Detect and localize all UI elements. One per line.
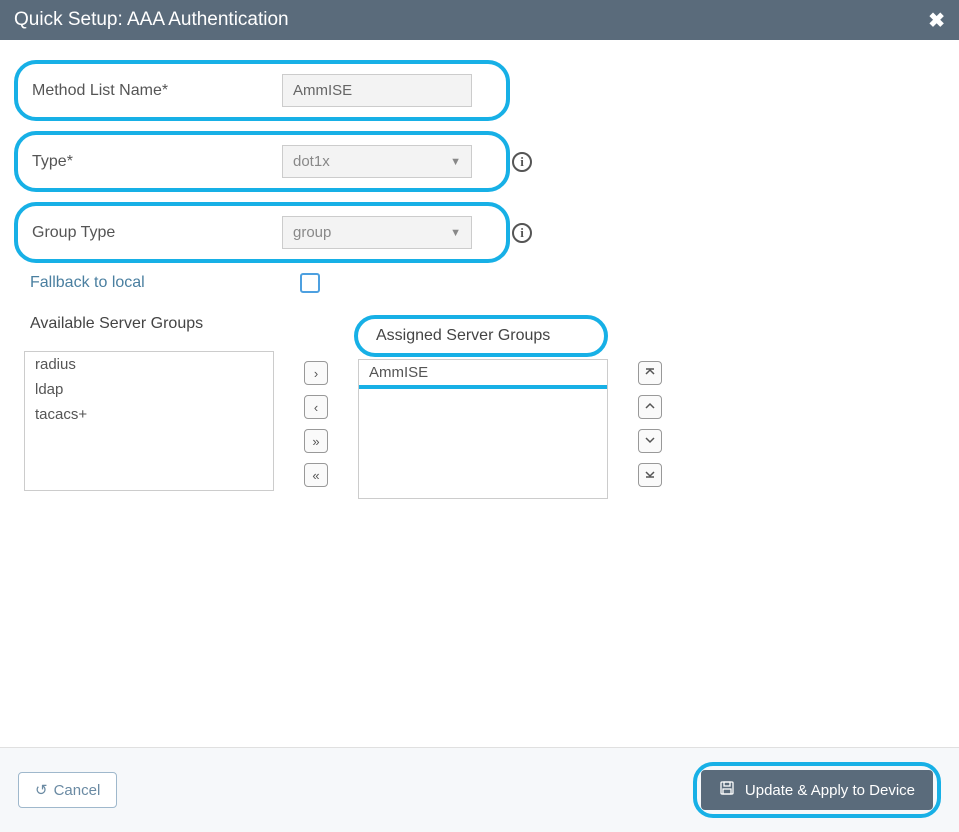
close-icon[interactable]: ✖	[928, 8, 945, 33]
chevron-down-icon: ▼	[450, 227, 461, 239]
fallback-checkbox[interactable]	[300, 273, 320, 293]
double-chevron-right-icon: »	[312, 434, 319, 449]
move-top-button[interactable]	[638, 361, 662, 385]
group-type-select[interactable]: group ▼	[282, 216, 472, 249]
list-item[interactable]: radius	[25, 352, 273, 377]
double-chevron-left-icon: «	[312, 468, 319, 483]
info-icon[interactable]: i	[512, 223, 532, 243]
type-select[interactable]: dot1x ▼	[282, 145, 472, 178]
move-right-button[interactable]: ›	[304, 361, 328, 385]
fallback-label: Fallback to local	[30, 274, 294, 292]
assigned-col: Assigned Server Groups AmmISE	[358, 315, 608, 499]
move-left-button[interactable]: ‹	[304, 395, 328, 419]
chevron-bottom-icon	[644, 468, 656, 483]
chevron-up-icon	[644, 400, 656, 415]
move-up-button[interactable]	[638, 395, 662, 419]
dialog-content: Method List Name* Type* dot1x ▼ i Group …	[0, 40, 959, 519]
server-groups-row: Available Server Groups radius ldap taca…	[24, 315, 935, 499]
apply-button[interactable]: Update & Apply to Device	[701, 770, 933, 810]
apply-label: Update & Apply to Device	[745, 782, 915, 799]
cancel-label: Cancel	[54, 782, 101, 799]
method-list-name-row: Method List Name*	[14, 60, 510, 121]
dialog-header: Quick Setup: AAA Authentication ✖	[0, 0, 959, 40]
dialog-title: Quick Setup: AAA Authentication	[14, 9, 289, 31]
move-bottom-button[interactable]	[638, 463, 662, 487]
move-all-right-button[interactable]: »	[304, 429, 328, 453]
move-all-left-button[interactable]: «	[304, 463, 328, 487]
apply-highlight: Update & Apply to Device	[693, 762, 941, 818]
info-icon[interactable]: i	[512, 152, 532, 172]
group-type-label: Group Type	[32, 224, 282, 242]
dialog-footer: ↺ Cancel Update & Apply to Device	[0, 747, 959, 832]
save-icon	[719, 780, 735, 800]
method-list-name-input[interactable]	[282, 74, 472, 107]
assigned-listbox[interactable]: AmmISE	[358, 359, 608, 499]
fallback-row: Fallback to local	[24, 273, 935, 293]
chevron-top-icon	[644, 366, 656, 381]
group-type-row: Group Type group ▼ i	[14, 202, 510, 263]
order-buttons	[638, 315, 662, 487]
chevron-down-icon	[644, 434, 656, 449]
cancel-button[interactable]: ↺ Cancel	[18, 772, 117, 808]
list-item[interactable]: ldap	[25, 377, 273, 402]
chevron-right-icon: ›	[314, 366, 318, 381]
type-label: Type*	[32, 153, 282, 171]
undo-icon: ↺	[35, 781, 48, 799]
move-buttons: › ‹ » «	[304, 315, 328, 487]
assigned-header-highlight: Assigned Server Groups	[354, 315, 608, 357]
chevron-down-icon: ▼	[450, 156, 461, 168]
type-select-value: dot1x	[293, 153, 330, 170]
type-row: Type* dot1x ▼ i	[14, 131, 510, 192]
chevron-left-icon: ‹	[314, 400, 318, 415]
available-col: Available Server Groups radius ldap taca…	[24, 315, 274, 491]
group-type-select-value: group	[293, 224, 331, 241]
list-item[interactable]: AmmISE	[359, 360, 607, 389]
available-listbox[interactable]: radius ldap tacacs+	[24, 351, 274, 491]
assigned-header: Assigned Server Groups	[376, 327, 582, 345]
method-list-name-label: Method List Name*	[32, 82, 282, 100]
move-down-button[interactable]	[638, 429, 662, 453]
available-header: Available Server Groups	[24, 315, 274, 333]
list-item[interactable]: tacacs+	[25, 402, 273, 427]
